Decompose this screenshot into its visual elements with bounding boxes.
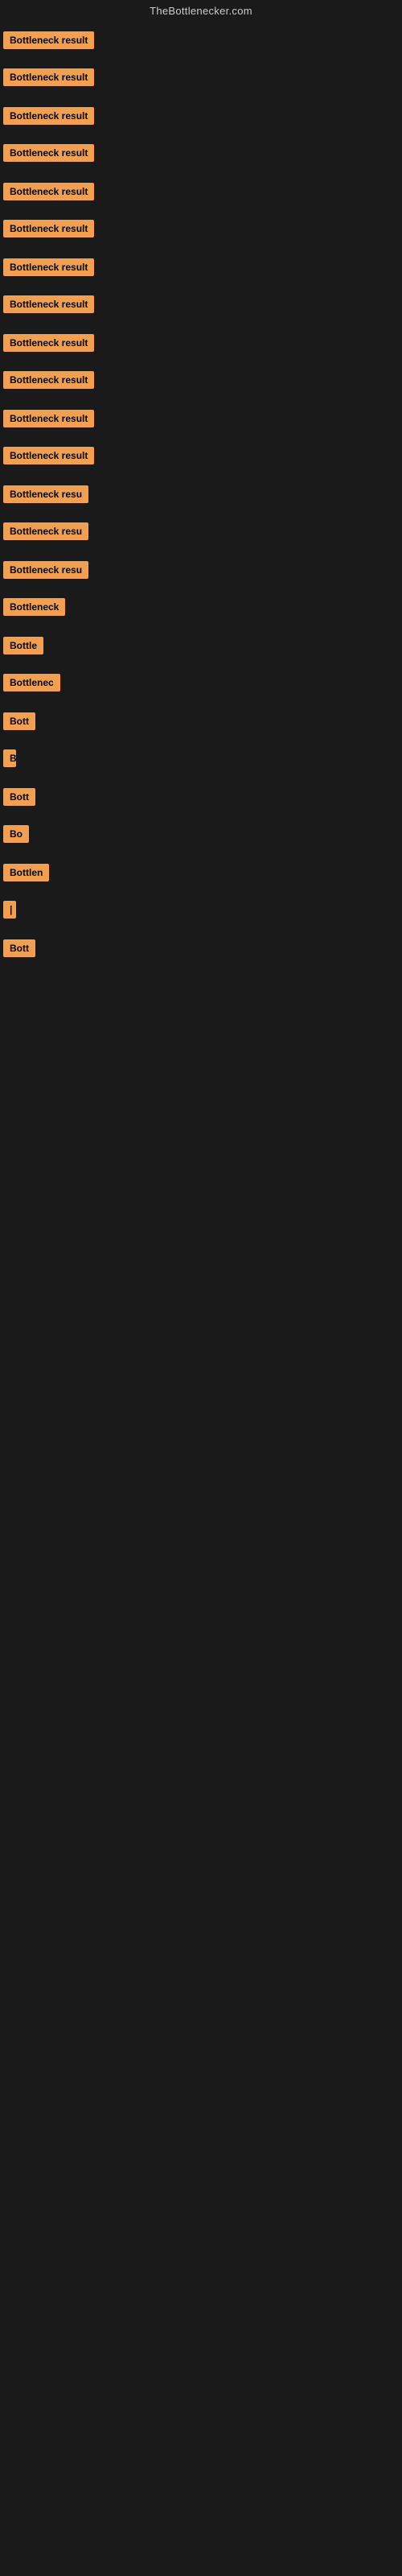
bottleneck-badge: Bottleneck result	[3, 144, 94, 162]
bottleneck-badge: Bottleneck	[3, 598, 65, 616]
bottleneck-badge: Bottleneck result	[3, 334, 94, 352]
bottleneck-item: Bottleneck resu	[3, 471, 399, 510]
page-wrapper: TheBottlenecker.com Bottleneck resultBot…	[0, 0, 402, 964]
bottleneck-item: B	[3, 737, 399, 774]
bottleneck-badge: Bottleneck result	[3, 371, 94, 389]
bottleneck-badge: Bottleneck result	[3, 295, 94, 313]
bottleneck-badge: Bottleneck resu	[3, 561, 88, 579]
bottleneck-item: Bottle	[3, 622, 399, 661]
items-container: Bottleneck result Bottleneck result Bottle…	[0, 20, 402, 964]
bottleneck-item: Bottleneck result	[3, 320, 399, 358]
bottleneck-badge: Bottlen	[3, 864, 49, 881]
bottleneck-badge: Bottleneck result	[3, 447, 94, 464]
bottleneck-badge: Bottleneck resu	[3, 485, 88, 503]
bottleneck-badge: Bottleneck result	[3, 183, 94, 200]
bottleneck-badge: B	[3, 749, 16, 767]
bottleneck-item: Bott	[3, 925, 399, 964]
bottleneck-item: Bott	[3, 698, 399, 737]
bottleneck-badge: |	[3, 901, 16, 919]
bottleneck-item: Bottleneck result	[3, 207, 399, 244]
bottleneck-badge: Bott	[3, 712, 35, 730]
bottleneck-badge: Bottleneck result	[3, 31, 94, 49]
bottleneck-item: Bottlenec	[3, 661, 399, 698]
bottleneck-badge: Bott	[3, 939, 35, 957]
bottleneck-badge: Bo	[3, 825, 29, 843]
bottleneck-badge: Bottleneck result	[3, 258, 94, 276]
bottleneck-item: Bottleneck result	[3, 434, 399, 471]
bottleneck-item: Bottleneck result	[3, 131, 399, 168]
bottleneck-item: Bottlen	[3, 849, 399, 888]
bottleneck-badge: Bottleneck result	[3, 220, 94, 237]
bottleneck-badge: Bottle	[3, 637, 43, 654]
bottleneck-item: Bottleneck result	[3, 93, 399, 131]
site-title: TheBottlenecker.com	[0, 0, 402, 20]
bottleneck-item: Bottleneck result	[3, 395, 399, 434]
bottleneck-item: |	[3, 888, 399, 925]
bottleneck-item: Bottleneck result	[3, 56, 399, 93]
bottleneck-item: Bott	[3, 774, 399, 812]
bottleneck-item: Bottleneck resu	[3, 510, 399, 547]
bottleneck-badge: Bottlenec	[3, 674, 60, 691]
bottleneck-item: Bottleneck	[3, 585, 399, 622]
bottleneck-badge: Bottleneck result	[3, 68, 94, 86]
bottleneck-item: Bottleneck resu	[3, 547, 399, 585]
bottleneck-item: Bottleneck result	[3, 358, 399, 395]
bottleneck-badge: Bott	[3, 788, 35, 806]
bottleneck-item: Bottleneck result	[3, 20, 399, 56]
bottleneck-item: Bo	[3, 812, 399, 849]
bottleneck-item: Bottleneck result	[3, 168, 399, 207]
bottleneck-badge: Bottleneck resu	[3, 522, 88, 540]
bottleneck-item: Bottleneck result	[3, 283, 399, 320]
bottleneck-badge: Bottleneck result	[3, 107, 94, 125]
bottleneck-badge: Bottleneck result	[3, 410, 94, 427]
bottleneck-item: Bottleneck result	[3, 244, 399, 283]
